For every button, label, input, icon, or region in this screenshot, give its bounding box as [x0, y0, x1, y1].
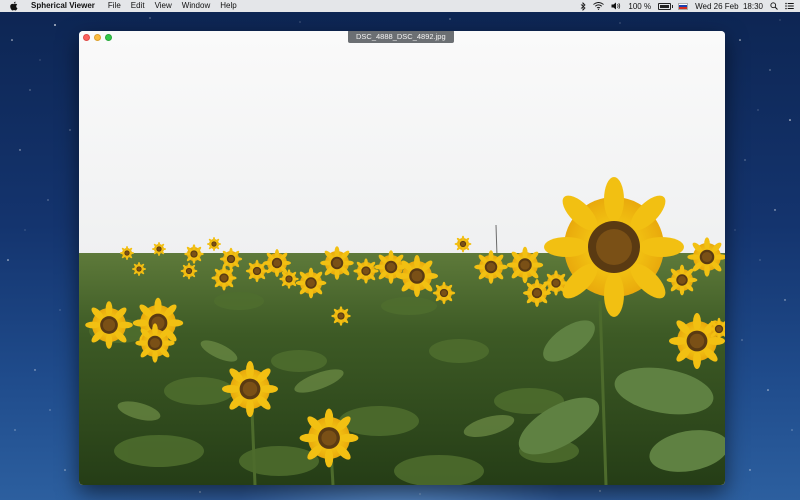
- battery-percent[interactable]: 100 %: [628, 2, 651, 11]
- sunflower-field-photo[interactable]: [79, 31, 725, 485]
- notification-center-icon[interactable]: [785, 2, 794, 10]
- apple-logo-icon[interactable]: [9, 1, 21, 11]
- window-title: DSC_4888_DSC_4892.jpg: [348, 31, 454, 43]
- volume-icon[interactable]: [611, 2, 621, 10]
- menu-app-name[interactable]: Spherical Viewer: [31, 0, 95, 12]
- close-button[interactable]: [83, 34, 90, 41]
- spotlight-search-icon[interactable]: [770, 2, 778, 10]
- menu-help[interactable]: Help: [220, 0, 236, 12]
- zoom-button[interactable]: [105, 34, 112, 41]
- menu-edit[interactable]: Edit: [131, 0, 145, 12]
- menu-bar: Spherical Viewer File Edit View Window H…: [0, 0, 800, 12]
- wifi-icon[interactable]: [593, 2, 605, 10]
- minimize-button[interactable]: [94, 34, 101, 41]
- window-controls: [83, 34, 112, 41]
- menubar-clock[interactable]: Wed 26 Feb 18:30: [695, 2, 763, 11]
- russian-flag-icon[interactable]: [678, 2, 689, 10]
- bluetooth-icon[interactable]: [580, 1, 586, 11]
- menu-view[interactable]: View: [155, 0, 172, 12]
- menu-file[interactable]: File: [108, 0, 121, 12]
- battery-icon[interactable]: [658, 2, 674, 10]
- viewer-window: DSC_4888_DSC_4892.jpg: [79, 31, 725, 485]
- menu-window[interactable]: Window: [182, 0, 210, 12]
